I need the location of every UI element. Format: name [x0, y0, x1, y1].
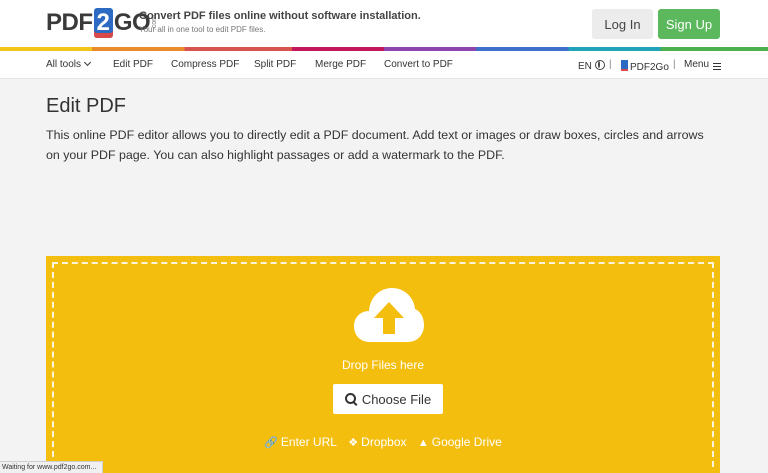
nav-brand-link[interactable]: PDF2Go	[621, 59, 669, 73]
header: PDF 2 GO .com Convert PDF files online w…	[0, 0, 768, 48]
google-drive-label: Google Drive	[431, 435, 502, 449]
drop-files-text: Drop Files here	[341, 358, 425, 372]
nav-separator: |	[673, 59, 676, 70]
nav-convert-to-pdf[interactable]: Convert to PDF	[384, 59, 453, 70]
tagline-sub: Your all in one tool to edit PDF files.	[139, 25, 266, 34]
login-button[interactable]: Log In	[592, 9, 653, 39]
language-label: EN	[578, 61, 592, 72]
dropbox-label: Dropbox	[361, 435, 407, 449]
upload-source-links: 🔗 Enter URL ❖ Dropbox ▲ Google Drive	[54, 435, 712, 449]
nav-all-tools[interactable]: All tools	[46, 58, 92, 70]
nav-compress-pdf[interactable]: Compress PDF	[171, 59, 239, 70]
logo-two: 2	[93, 8, 113, 38]
nav-brand-label: PDF2Go	[630, 62, 669, 73]
nav-separator: |	[609, 59, 612, 70]
signup-button[interactable]: Sign Up	[658, 9, 720, 39]
nav-split-pdf[interactable]: Split PDF	[254, 59, 296, 70]
search-icon	[344, 392, 356, 404]
choose-file-label: Choose File	[361, 391, 432, 407]
enter-url-link[interactable]: 🔗 Enter URL	[264, 435, 337, 449]
dropbox-icon: ❖	[348, 437, 359, 449]
cloud-upload-icon	[354, 288, 424, 342]
tagline: Convert PDF files online without softwar…	[139, 11, 421, 34]
nav-merge-pdf[interactable]: Merge PDF	[315, 59, 366, 70]
upload-dropzone[interactable]: Drop Files here Choose File 🔗 Enter URL ❖…	[46, 256, 720, 473]
nav-all-tools-label: All tools	[46, 59, 82, 70]
menu-label: Menu	[684, 59, 710, 70]
nav-bar: All tools Edit PDF Compress PDF Split PD…	[0, 51, 768, 79]
chevron-down-icon	[83, 58, 92, 67]
google-drive-icon: ▲	[417, 437, 429, 449]
page-title: Edit PDF	[46, 95, 127, 117]
browser-status-bar: Waiting for www.pdf2go.com...	[0, 461, 104, 473]
language-selector[interactable]: EN	[578, 59, 605, 72]
menu-button[interactable]: Menu	[684, 59, 722, 70]
globe-icon	[594, 60, 605, 70]
link-icon: 🔗	[264, 437, 278, 449]
tagline-main: Convert PDF files online without softwar…	[139, 10, 421, 22]
logo-pdf: PDF	[46, 9, 93, 36]
dropbox-link[interactable]: ❖ Dropbox	[348, 435, 406, 449]
nav-edit-pdf[interactable]: Edit PDF	[113, 59, 153, 70]
google-drive-link[interactable]: ▲ Google Drive	[418, 435, 502, 449]
upload-dropzone-border: Drop Files here Choose File 🔗 Enter URL ❖…	[52, 262, 714, 467]
choose-file-button[interactable]: Choose File	[333, 384, 443, 414]
hamburger-icon	[713, 62, 722, 64]
page-description: This online PDF editor allows you to dir…	[46, 128, 704, 162]
enter-url-label: Enter URL	[280, 435, 337, 449]
pdf2go-mini-icon	[621, 60, 628, 71]
